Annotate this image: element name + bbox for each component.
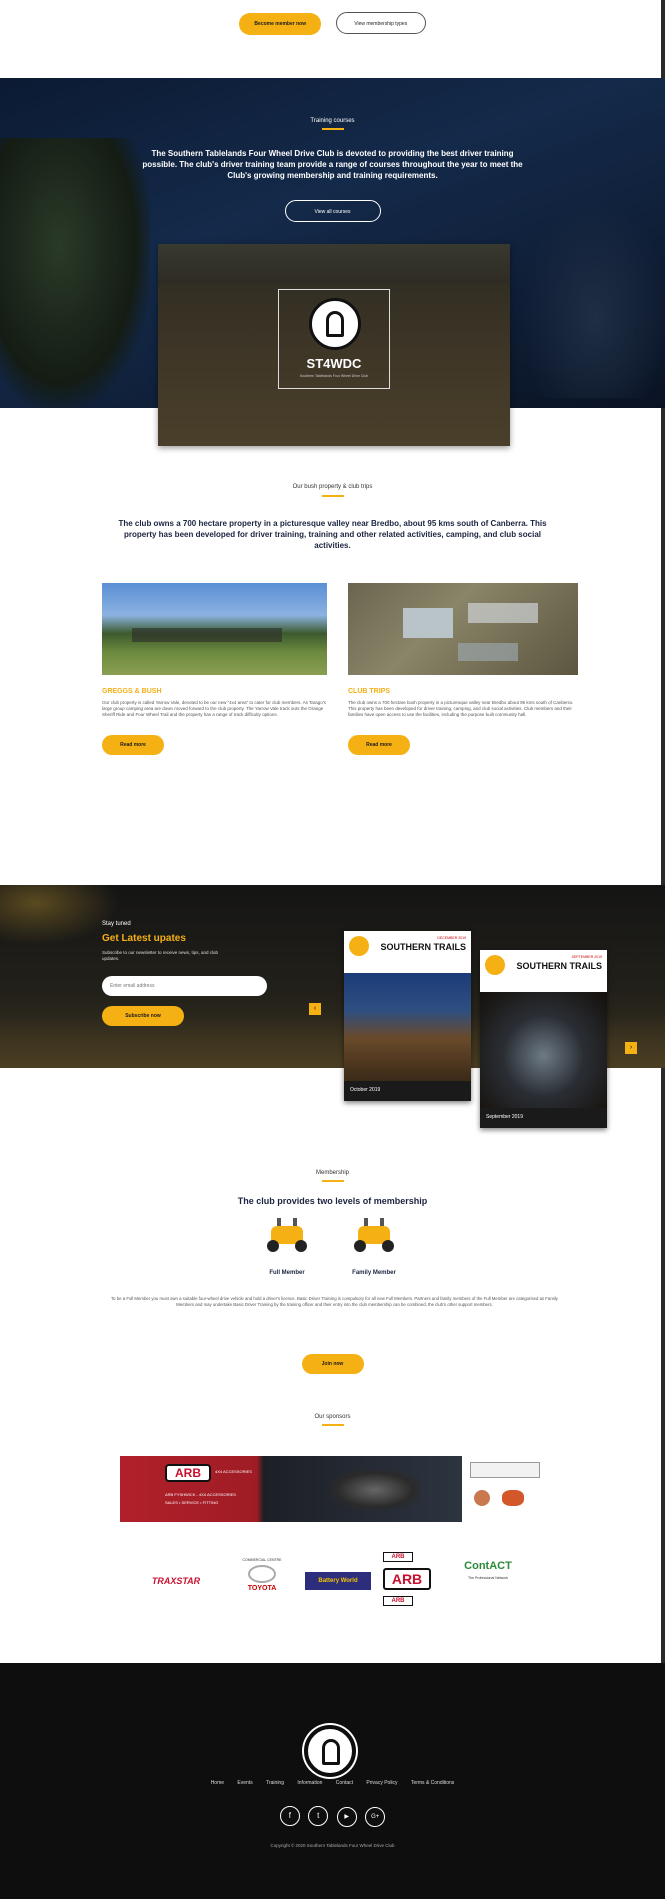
membership-underline <box>321 1180 344 1182</box>
training-video-card[interactable]: ST4WDC Southern Tablelands Four Wheel Dr… <box>158 244 510 446</box>
facebook-icon[interactable]: f <box>279 1806 300 1826</box>
footer-social: f t ▶ G+ <box>0 1805 665 1827</box>
view-courses-button[interactable]: View all courses <box>284 200 381 222</box>
youtube-icon[interactable]: ▶ <box>336 1807 357 1827</box>
training-kicker: Training courses <box>310 118 355 124</box>
newsletter-card[interactable]: SEPTEMBER 2019 SOUTHERN TRAILS September… <box>480 950 607 1128</box>
sponsors-underline <box>321 1424 344 1426</box>
footer-link-training[interactable]: Training <box>266 1780 284 1786</box>
membership-types-button[interactable]: View membership types <box>335 12 426 34</box>
page: Become member now View membership types … <box>0 0 665 1899</box>
property-underline <box>321 495 344 497</box>
prev-arrow-icon[interactable]: ‹ <box>309 1003 321 1015</box>
jeep-icon <box>263 1218 311 1256</box>
toyota-logo[interactable]: COMMERCIAL CENTRE TOYOTA <box>232 1558 292 1592</box>
footer-link-events[interactable]: Events <box>237 1780 252 1786</box>
newsletter-text: Subscribe to our newsletter to receive n… <box>102 950 219 961</box>
parts-image <box>466 1460 546 1520</box>
club-logo-icon <box>309 298 361 350</box>
read-more-bush-button[interactable]: Read more <box>102 735 164 755</box>
footer-link-home[interactable]: Home <box>211 1780 224 1786</box>
training-heading: The Southern Tablelands Four Wheel Drive… <box>142 149 523 180</box>
training-underline <box>321 128 344 130</box>
footer-link-terms[interactable]: Terms & Conditions <box>411 1780 454 1786</box>
club-trips-photo <box>348 583 578 675</box>
arb-line1: ARB FYSHWICK - 4X4 ACCESSORIES <box>165 1492 236 1497</box>
next-arrow-icon[interactable]: › <box>625 1042 637 1054</box>
magazine-logo-icon <box>349 936 369 956</box>
newsletter-email-input[interactable] <box>102 976 267 996</box>
hiker-silhouette <box>0 138 150 408</box>
newsletter-kicker: Stay tuned <box>102 921 131 927</box>
property-kicker: Our bush property & club trips <box>292 484 373 490</box>
magazine-caption: October 2019 <box>350 1087 381 1093</box>
magazine-title: SOUTHERN TRAILS <box>516 961 603 971</box>
footer-link-privacy[interactable]: Privacy Policy <box>366 1780 397 1786</box>
mountain-shape <box>520 198 665 398</box>
top-cta-group: Become member now View membership types <box>0 12 665 35</box>
magazine-date: SEPTEMBER 2019 <box>571 955 602 959</box>
read-more-trips-button[interactable]: Read more <box>348 735 410 755</box>
membership-text: To be a Full Member you must own a suita… <box>111 1296 558 1307</box>
twitter-icon[interactable]: t <box>308 1806 329 1826</box>
club-logo-box: ST4WDC Southern Tablelands Four Wheel Dr… <box>278 289 390 389</box>
footer-copyright: Copyright © 2020 Southern Tablelands Fou… <box>270 1843 395 1848</box>
card-text-trips: The club owns a 700 hectare bush propert… <box>348 700 574 717</box>
property-photo <box>102 583 327 675</box>
traxstar-logo[interactable]: TRAXSTAR <box>146 1576 206 1586</box>
card-text-bush: Our club property is called Yarrow Vale,… <box>102 700 326 717</box>
magazine-date: DECEMBER 2019 <box>437 936 466 940</box>
card-title-trips: CLUB TRIPS <box>348 688 390 695</box>
arb-banner[interactable]: ARB 4X4 ACCESSORIES ARB FYSHWICK - 4X4 A… <box>120 1456 462 1522</box>
toyota-emblem-icon <box>248 1565 276 1583</box>
footer-link-information[interactable]: Information <box>297 1780 322 1786</box>
arb-line2: SALES • SERVICE • FITTING <box>165 1500 219 1505</box>
sponsors-kicker: Our sponsors <box>314 1414 351 1420</box>
club-logo-sub: Southern Tablelands Four Wheel Drive Clu… <box>299 374 369 378</box>
battery-world-logo[interactable]: Battery World <box>305 1572 371 1590</box>
arb-sub: 4X4 ACCESSORIES <box>215 1469 252 1474</box>
membership-heading: The club provides two levels of membersh… <box>237 1196 428 1206</box>
footer-link-contact[interactable]: Contact <box>336 1780 353 1786</box>
footer-logo-icon[interactable] <box>304 1725 356 1777</box>
magazine-caption: September 2019 <box>486 1114 523 1120</box>
family-member-label: Family Member <box>352 1270 396 1276</box>
google-plus-icon[interactable]: G+ <box>365 1807 386 1827</box>
footer: Home Events Training Information Contact… <box>0 1663 665 1899</box>
truck-image <box>330 1470 420 1510</box>
full-member-label: Full Member <box>269 1270 305 1276</box>
newsletter-heading: Get Latest upates <box>102 933 186 944</box>
become-member-button[interactable]: Become member now <box>239 13 322 35</box>
club-logo-text: ST4WDC <box>306 356 362 371</box>
subscribe-button[interactable]: Subscribe now <box>102 1006 184 1026</box>
magazine-logo-icon <box>485 955 505 975</box>
property-heading: The club owns a 700 hectare property in … <box>118 519 547 550</box>
arb-logo: ARB <box>165 1464 211 1482</box>
footer-nav: Home Events Training Information Contact… <box>0 1780 665 1786</box>
magazine-title: SOUTHERN TRAILS <box>380 942 467 952</box>
card-title-bush: GREGGS & BUSH <box>102 688 162 695</box>
join-now-button[interactable]: Join now <box>301 1354 364 1374</box>
membership-kicker: Membership <box>315 1170 349 1176</box>
newsletter-card[interactable]: DECEMBER 2019 SOUTHERN TRAILS October 20… <box>344 931 471 1101</box>
arb-sponsor-logo[interactable]: ARB ARB ARB <box>383 1552 435 1610</box>
contact-logo[interactable]: ContACT The Professional Network <box>458 1560 518 1580</box>
jeep-icon <box>350 1218 398 1256</box>
